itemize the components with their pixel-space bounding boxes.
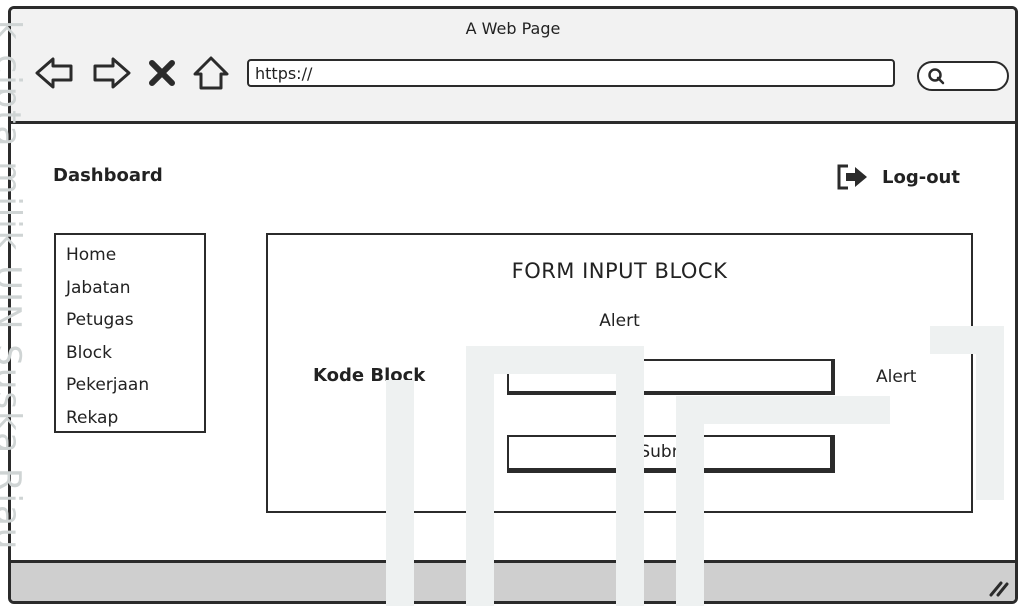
- window-title: A Web Page: [465, 19, 561, 38]
- sidebar-item-pekerjaan[interactable]: Pekerjaan: [66, 369, 204, 402]
- kode-block-label: Kode Block: [313, 365, 426, 386]
- back-arrow-icon[interactable]: [33, 53, 77, 93]
- sidebar-menu: Home Jabatan Petugas Block Pekerjaan Rek…: [54, 233, 206, 433]
- resize-grip-icon[interactable]: [987, 577, 1009, 597]
- form-alert: Alert: [599, 311, 640, 331]
- search-icon: [928, 68, 945, 85]
- sidebar-item-rekap[interactable]: Rekap: [66, 402, 204, 435]
- page-title: Dashboard: [53, 165, 163, 186]
- sidebar-item-block[interactable]: Block: [66, 337, 204, 370]
- browser-search-box[interactable]: [917, 61, 1009, 91]
- url-input[interactable]: [247, 59, 895, 87]
- form-title: FORM INPUT BLOCK: [511, 259, 728, 283]
- logout-label: Log-out: [882, 166, 960, 188]
- browser-window: A Web Page Dashboard Log-out Home: [8, 6, 1018, 604]
- logout-icon: [837, 164, 867, 190]
- form-panel: FORM INPUT BLOCK Alert Kode Block Alert …: [266, 233, 973, 513]
- sidebar-item-jabatan[interactable]: Jabatan: [66, 272, 204, 305]
- sidebar-item-petugas[interactable]: Petugas: [66, 304, 204, 337]
- home-icon[interactable]: [189, 53, 233, 93]
- logout-button[interactable]: Log-out: [836, 163, 960, 191]
- browser-titlebar: A Web Page: [11, 9, 1015, 124]
- close-icon[interactable]: [145, 53, 179, 93]
- kode-block-input[interactable]: [507, 359, 835, 395]
- submit-button[interactable]: Submit: [507, 435, 835, 473]
- browser-statusbar: [11, 560, 1015, 601]
- forward-arrow-icon[interactable]: [89, 53, 133, 93]
- sidebar-item-home[interactable]: Home: [66, 239, 204, 272]
- field-alert: Alert: [876, 367, 917, 387]
